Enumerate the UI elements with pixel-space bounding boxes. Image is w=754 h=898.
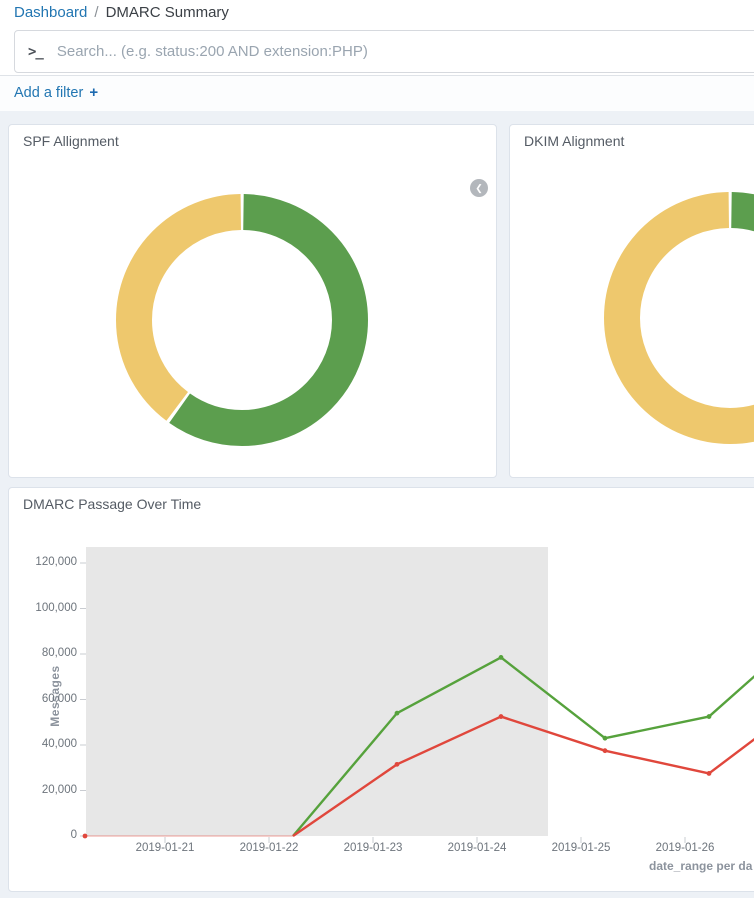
red-series-point (499, 714, 504, 719)
y-tick-label: 0 (9, 829, 77, 841)
x-axis-label: date_range per da (649, 859, 752, 873)
y-tick-label: 40,000 (9, 738, 77, 750)
dmarc-line-chart[interactable] (9, 488, 754, 893)
red-series-point (83, 834, 88, 839)
add-filter-label: Add a filter (14, 85, 83, 101)
x-tick-label: 2019-01-21 (123, 842, 207, 854)
y-tick-label: 100,000 (9, 602, 77, 614)
y-tick-label: 120,000 (9, 556, 77, 568)
x-tick-label: 2019-01-25 (539, 842, 623, 854)
breadcrumb-separator: / (94, 4, 98, 21)
filter-bar: Add a filter + (0, 76, 754, 111)
search-bar[interactable]: >_ (14, 30, 754, 73)
green-series-point (603, 736, 608, 741)
x-tick-label: 2019-01-23 (331, 842, 415, 854)
y-tick-label: 20,000 (9, 784, 77, 796)
add-filter-button[interactable]: Add a filter + (14, 84, 98, 101)
terminal-prompt-icon: >_ (28, 44, 43, 60)
breadcrumb-dashboard-link[interactable]: Dashboard (14, 4, 87, 21)
spf-donut-chart[interactable] (115, 193, 369, 447)
panel-title-dkim: DKIM Alignment (524, 133, 624, 149)
panel-dmarc-passage-over-time: DMARC Passage Over Time Messages date_ra… (8, 487, 754, 892)
panel-title-spf: SPF Allignment (23, 133, 119, 149)
kibana-dashboard-page: Dashboard / DMARC Summary >_ Add a filter +… (0, 0, 754, 898)
shaded-region (86, 547, 548, 836)
red-series-point (603, 748, 608, 753)
green-series-point (395, 711, 400, 716)
plus-icon: + (89, 84, 98, 101)
yellow-segment (622, 210, 754, 426)
panel-spf-alignment: SPF Allignment ❮ (8, 124, 497, 478)
y-tick-label: 80,000 (9, 647, 77, 659)
x-tick-label: 2019-01-26 (643, 842, 727, 854)
x-tick-label: 2019-01-24 (435, 842, 519, 854)
red-series-point (707, 771, 712, 776)
search-input[interactable] (57, 43, 754, 60)
breadcrumb: Dashboard / DMARC Summary (14, 4, 229, 21)
panel-dkim-alignment: DKIM Alignment (509, 124, 754, 478)
green-series-point (499, 655, 504, 660)
y-tick-label: 60,000 (9, 693, 77, 705)
chevron-left-icon[interactable]: ❮ (470, 179, 488, 197)
red-series-point (395, 762, 400, 767)
x-tick-label: 2019-01-22 (227, 842, 311, 854)
breadcrumb-current: DMARC Summary (106, 4, 229, 21)
green-series-point (707, 714, 712, 719)
dkim-donut-chart[interactable] (603, 191, 754, 445)
